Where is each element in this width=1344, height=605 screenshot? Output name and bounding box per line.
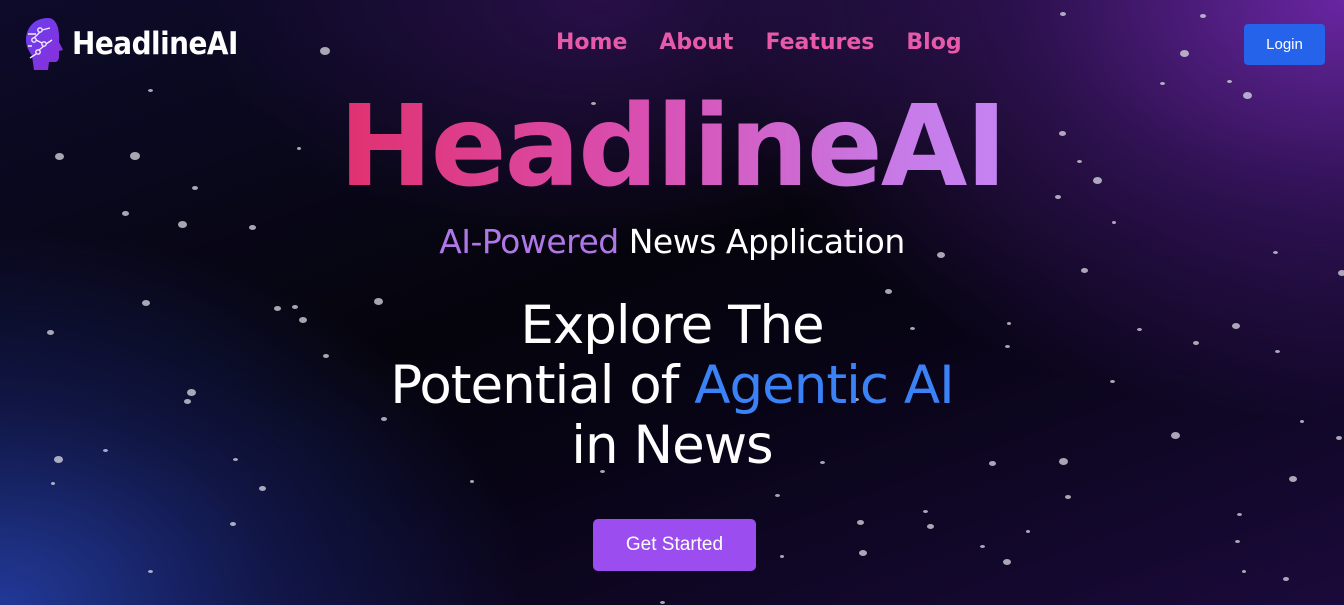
star-dot [230,522,236,526]
star-dot [1200,14,1206,18]
nav-link-home[interactable]: Home [556,30,627,55]
brand-logo[interactable]: HeadlineAI [22,16,238,72]
get-started-button[interactable]: Get Started [593,519,756,571]
star-dot [259,486,266,491]
headline-line-3: in News [571,415,773,476]
tagline-accent: AI-Powered [439,222,619,261]
star-dot [1283,577,1289,581]
star-dot [148,570,153,573]
star-dot [1235,540,1240,543]
star-dot [1289,476,1297,482]
nav-link-features[interactable]: Features [765,30,874,55]
star-dot [1003,559,1011,565]
hero-title: HeadlineAI [0,82,1344,212]
nav-link-blog[interactable]: Blog [906,30,961,55]
star-dot [320,47,330,55]
hero-headline: Explore The Potential of Agentic AI in N… [0,296,1344,476]
nav-link-about[interactable]: About [659,30,733,55]
star-dot [1026,530,1030,533]
headline-line-2: Potential of Agentic AI [0,356,1344,416]
star-dot [470,480,474,483]
star-dot [923,510,928,513]
star-dot [857,520,864,525]
star-dot [1065,495,1071,499]
star-dot [927,524,934,529]
star-dot [660,601,665,604]
star-dot [1081,268,1088,273]
star-dot [775,494,780,497]
star-dot [51,482,55,485]
star-dot [1180,50,1189,57]
tagline-rest: News Application [618,222,906,261]
login-button[interactable]: Login [1244,24,1325,65]
ai-head-logo-icon [26,18,63,70]
star-dot [1242,570,1246,573]
hero-title-text: HeadlineAI [338,82,1007,212]
star-dot [1338,270,1344,276]
brand-name: HeadlineAI [72,26,238,62]
headline-line-2-start: Potential of [390,355,695,416]
star-dot [780,555,784,558]
headline-accent: Agentic AI [694,355,954,416]
star-dot [980,545,985,548]
star-dot [1237,513,1242,516]
hero-tagline: AI-Powered News Application [0,222,1344,261]
headline-line-1: Explore The [520,295,824,356]
star-dot [859,550,867,556]
star-dot [885,289,892,294]
star-dot [1060,12,1066,16]
main-nav: Home About Features Blog [556,30,962,55]
